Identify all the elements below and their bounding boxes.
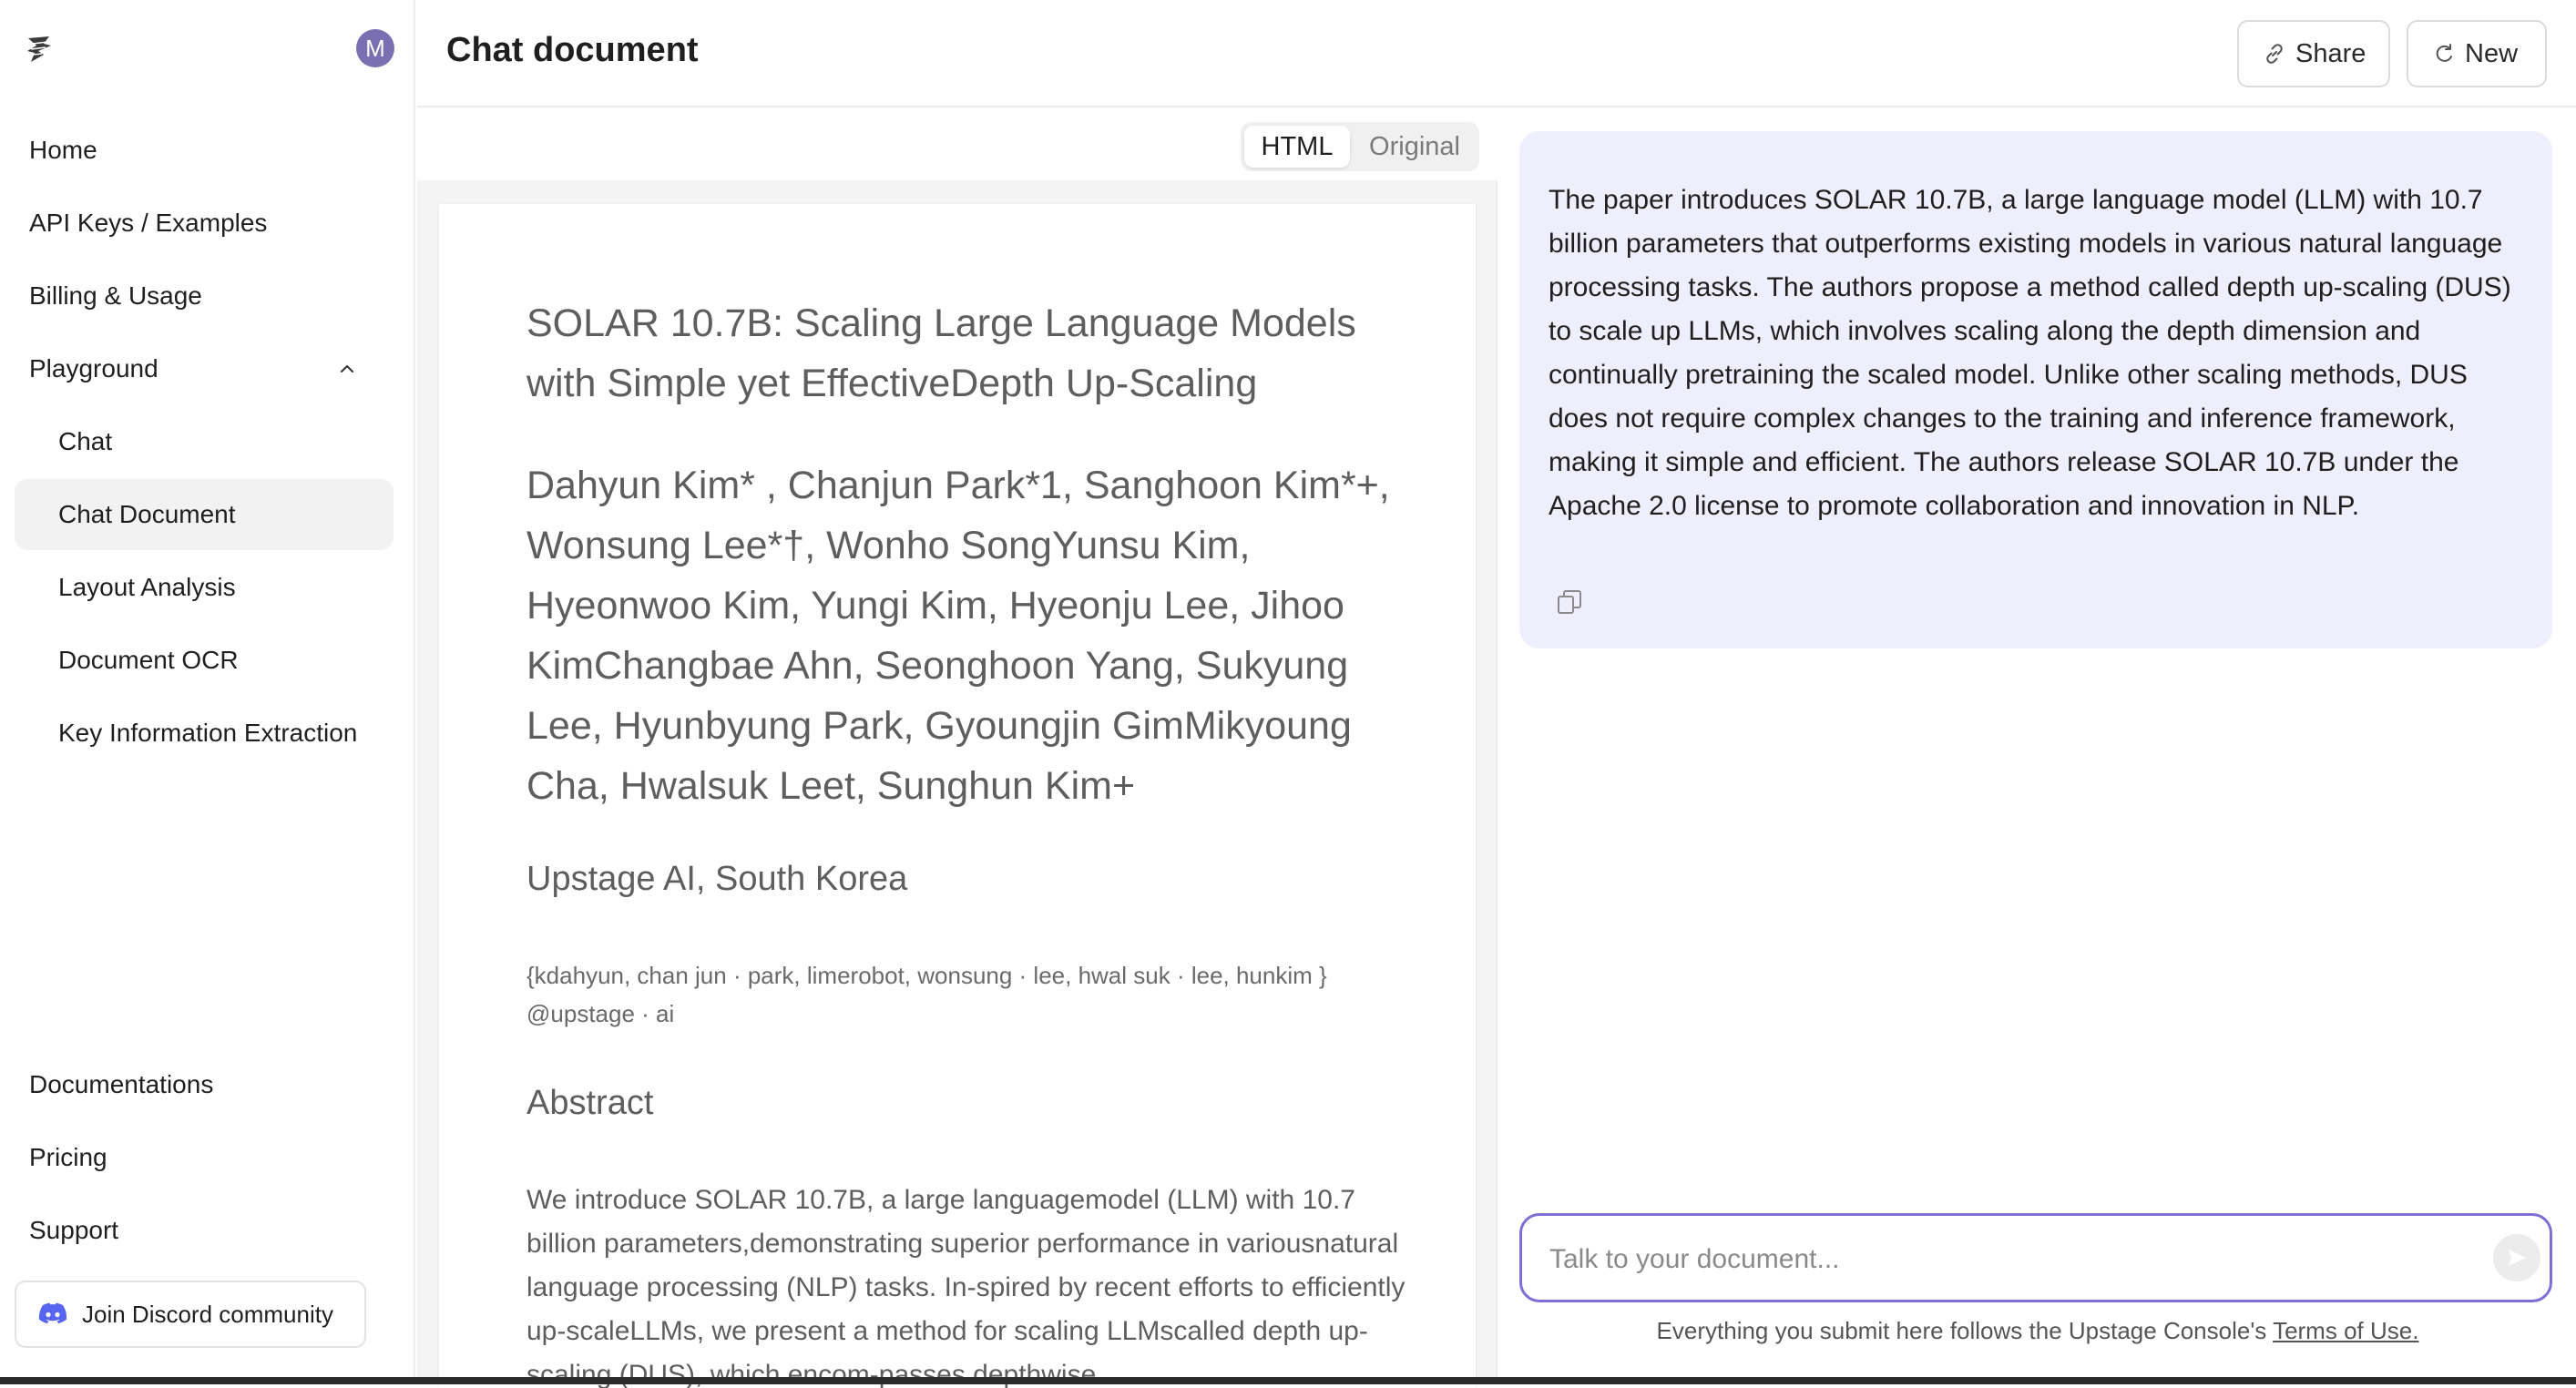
sidebar-item-billing[interactable]: Billing & Usage — [15, 260, 394, 332]
sidebar-item-documentations[interactable]: Documentations — [15, 1049, 394, 1120]
document-title: SOLAR 10.7B: Scaling Large Language Mode… — [526, 301, 1356, 405]
assistant-message-text: The paper introduces SOLAR 10.7B, a larg… — [1549, 185, 2511, 521]
link-icon — [2266, 44, 2283, 64]
page-title: Chat document — [446, 31, 699, 69]
abstract-text: We introduce SOLAR 10.7B, a large langua… — [526, 1185, 1406, 1388]
avatar[interactable]: M — [356, 29, 394, 67]
top-header: Chat document Share New — [417, 0, 2576, 107]
sidebar-item-pricing[interactable]: Pricing — [15, 1122, 394, 1193]
logo-icon[interactable] — [26, 35, 53, 64]
view-toggle-html[interactable]: HTML — [1244, 126, 1350, 168]
join-discord-button[interactable]: Join Discord community — [15, 1281, 366, 1348]
new-label: New — [2465, 39, 2519, 68]
sidebar-item-home[interactable]: Home — [15, 115, 394, 186]
sidebar-item-playground[interactable]: Playground — [15, 333, 394, 404]
send-button[interactable] — [2493, 1234, 2540, 1281]
document-panel: HTML Original SOLAR 10.7B: Scaling Large… — [417, 109, 1498, 1388]
terms-prefix: Everything you submit here follows the U… — [1656, 1317, 2274, 1344]
sidebar-item-layout-analysis[interactable]: Layout Analysis — [15, 552, 394, 623]
sidebar-item-support[interactable]: Support — [15, 1195, 394, 1266]
sidebar-item-document-ocr[interactable]: Document OCR — [15, 625, 394, 696]
chat-panel: The paper introduces SOLAR 10.7B, a larg… — [1499, 109, 2576, 1377]
share-button[interactable]: Share — [2237, 20, 2390, 87]
abstract-heading: Abstract — [526, 1084, 654, 1122]
new-button[interactable]: New — [2407, 20, 2547, 87]
sidebar-item-api-keys[interactable]: API Keys / Examples — [15, 188, 394, 259]
assistant-message: The paper introduces SOLAR 10.7B, a larg… — [1519, 131, 2552, 648]
view-toggle: HTML Original — [1241, 122, 1479, 171]
terms-of-use-link[interactable]: Terms of Use. — [2273, 1317, 2418, 1344]
document-toolbar: HTML Original — [417, 109, 1498, 180]
terms-notice: Everything you submit here follows the U… — [1499, 1317, 2576, 1345]
view-toggle-original[interactable]: Original — [1354, 126, 1476, 168]
refresh-icon — [2436, 44, 2452, 62]
document-emails: {kdahyun, chan jun · park, limerobot, wo… — [526, 962, 1327, 1027]
discord-icon — [38, 1302, 67, 1324]
join-discord-label: Join Discord community — [82, 1301, 333, 1328]
copy-icon[interactable] — [1556, 588, 1583, 616]
sidebar-item-chat[interactable]: Chat — [15, 406, 394, 477]
sidebar-item-key-info-extraction[interactable]: Key Information Extraction — [15, 698, 394, 769]
app-window: M Home API Keys / Examples Billing & Usa… — [0, 0, 2576, 1388]
sidebar-item-playground-label: Playground — [29, 354, 158, 383]
send-icon — [2509, 1250, 2526, 1266]
chat-input[interactable] — [1549, 1240, 2424, 1280]
screen-bottom-edge — [0, 1377, 2576, 1384]
chevron-up-icon[interactable] — [337, 359, 357, 379]
document-page[interactable]: SOLAR 10.7B: Scaling Large Language Mode… — [439, 204, 1476, 1388]
sidebar: M Home API Keys / Examples Billing & Usa… — [0, 0, 415, 1377]
document-authors: Dahyun Kim* , Chanjun Park*1, Sanghoon K… — [526, 464, 1390, 808]
chat-input-box — [1519, 1213, 2552, 1302]
sidebar-item-chat-document[interactable]: Chat Document — [15, 479, 394, 550]
document-affiliation: Upstage AI, South Korea — [526, 860, 908, 898]
share-label: Share — [2295, 39, 2366, 68]
